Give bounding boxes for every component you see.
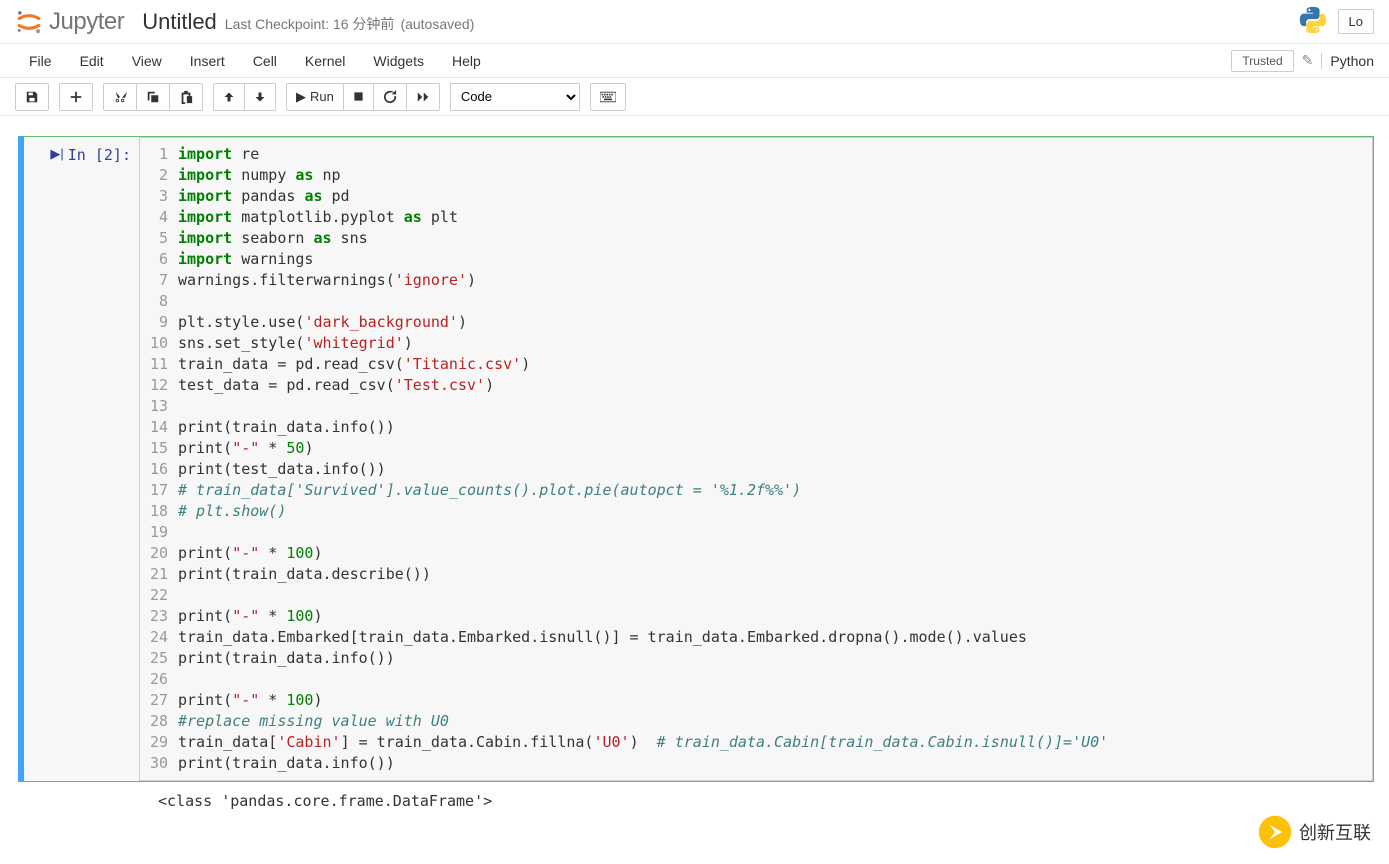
pencil-icon[interactable]: ✎ bbox=[1302, 52, 1314, 69]
notebook-container: ▶| In [2]: 12345678910111213141516171819… bbox=[0, 116, 1389, 810]
jupyter-logo[interactable]: Jupyter bbox=[15, 8, 124, 36]
kernel-indicator[interactable]: Python bbox=[1321, 53, 1374, 69]
code-input-area[interactable]: 1234567891011121314151617181920212223242… bbox=[139, 137, 1373, 781]
restart-run-all-button[interactable] bbox=[407, 84, 439, 110]
run-button[interactable]: ▶ Run bbox=[287, 84, 344, 110]
menu-cell[interactable]: Cell bbox=[239, 47, 291, 75]
copy-button[interactable] bbox=[137, 84, 170, 110]
logout-button[interactable]: Lo bbox=[1338, 9, 1374, 34]
move-up-button[interactable] bbox=[214, 84, 245, 110]
interrupt-button[interactable] bbox=[344, 84, 374, 110]
toolbar: ▶ Run Code bbox=[0, 78, 1389, 116]
restart-button[interactable] bbox=[374, 84, 407, 110]
code-editor[interactable]: import reimport numpy as npimport pandas… bbox=[178, 144, 1372, 774]
code-cell[interactable]: ▶| In [2]: 12345678910111213141516171819… bbox=[18, 136, 1374, 782]
menu-insert[interactable]: Insert bbox=[176, 47, 239, 75]
jupyter-icon bbox=[15, 8, 43, 36]
line-number-gutter: 1234567891011121314151617181920212223242… bbox=[140, 144, 178, 774]
move-down-button[interactable] bbox=[245, 84, 275, 110]
menu-help[interactable]: Help bbox=[438, 47, 495, 75]
autosave-status: (autosaved) bbox=[400, 16, 474, 32]
save-button[interactable] bbox=[16, 84, 48, 110]
watermark-text: 创新互联 bbox=[1299, 819, 1371, 845]
trusted-badge[interactable]: Trusted bbox=[1231, 50, 1293, 72]
menu-widgets[interactable]: Widgets bbox=[359, 47, 438, 75]
python-logo-icon bbox=[1298, 5, 1328, 38]
prompt-label: In [2]: bbox=[68, 146, 131, 164]
menu-kernel[interactable]: Kernel bbox=[291, 47, 359, 75]
cell-type-select[interactable]: Code bbox=[450, 83, 580, 111]
run-label: Run bbox=[310, 89, 334, 104]
run-icon: ▶ bbox=[296, 89, 306, 105]
cut-button[interactable] bbox=[104, 84, 137, 110]
output-line: <class 'pandas.core.frame.DataFrame'> bbox=[158, 792, 492, 810]
cell-prompt: ▶| In [2]: bbox=[19, 137, 139, 781]
menu-file[interactable]: File bbox=[15, 47, 66, 75]
command-palette-button[interactable] bbox=[591, 84, 625, 110]
logo-text: Jupyter bbox=[49, 8, 124, 36]
menubar: File Edit View Insert Cell Kernel Widget… bbox=[0, 44, 1389, 78]
menu-view[interactable]: View bbox=[118, 47, 176, 75]
menu-edit[interactable]: Edit bbox=[66, 47, 118, 75]
checkpoint-status: Last Checkpoint: 16 分钟前 bbox=[225, 14, 395, 34]
paste-button[interactable] bbox=[170, 84, 202, 110]
watermark: 创新互联 bbox=[1249, 810, 1379, 854]
run-cell-icon[interactable]: ▶| bbox=[50, 146, 63, 162]
watermark-icon bbox=[1257, 814, 1293, 850]
header: Jupyter Untitled Last Checkpoint: 16 分钟前… bbox=[0, 0, 1389, 44]
notebook-title[interactable]: Untitled bbox=[142, 9, 217, 35]
cell-output: <class 'pandas.core.frame.DataFrame'> bbox=[18, 782, 1374, 810]
add-cell-button[interactable] bbox=[60, 84, 92, 110]
